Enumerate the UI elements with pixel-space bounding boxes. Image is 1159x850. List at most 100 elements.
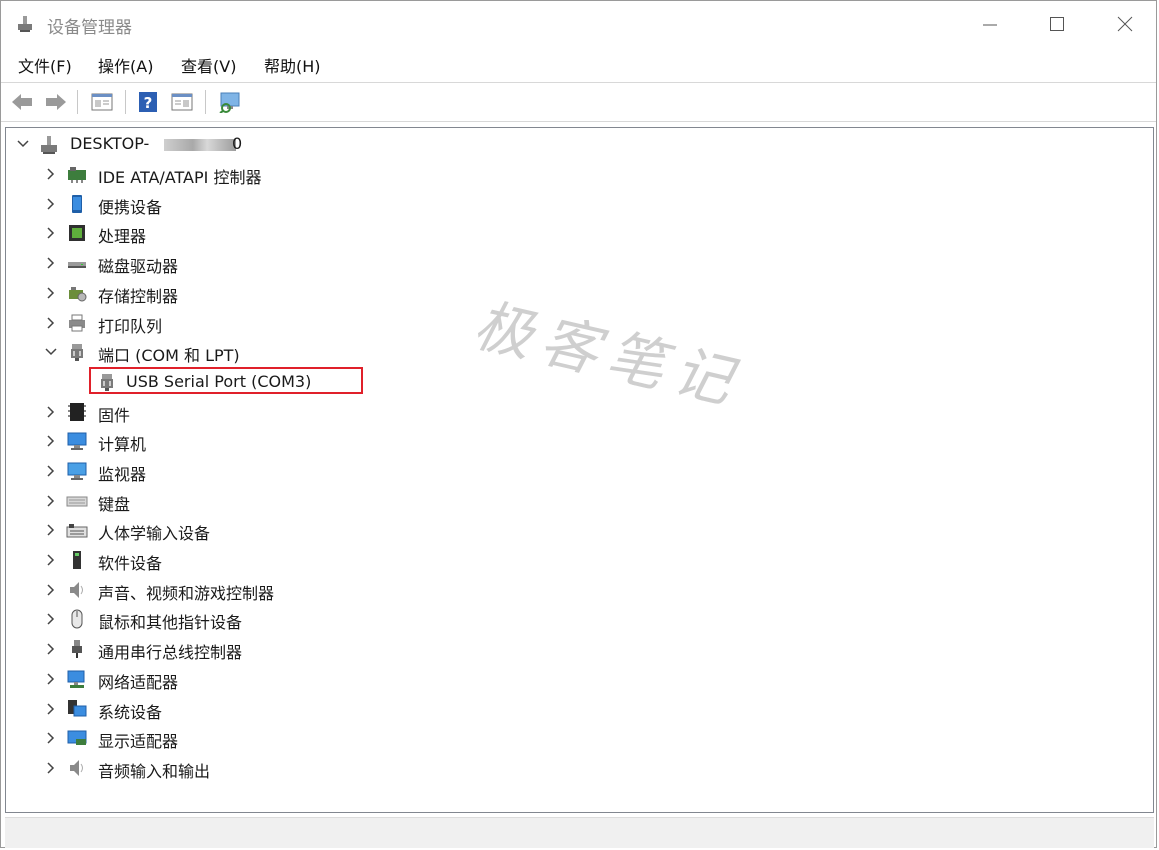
- storage-controller-icon: [66, 282, 88, 304]
- tree-category[interactable]: IDE ATA/ATAPI 控制器: [6, 160, 1153, 188]
- network-adapter-icon: [66, 668, 88, 690]
- ide-controller-icon: [66, 163, 88, 185]
- device-manager-icon: [15, 13, 35, 33]
- tree-category[interactable]: 声音、视频和游戏控制器: [6, 576, 1153, 604]
- usb-controller-icon: [66, 638, 88, 660]
- portable-device-icon: [66, 193, 88, 215]
- chevron-right-icon[interactable]: [44, 225, 58, 239]
- tree-category[interactable]: 监视器: [6, 457, 1153, 485]
- tree-category[interactable]: 人体学输入设备: [6, 516, 1153, 544]
- toolbar-separator: [77, 90, 78, 114]
- chevron-right-icon[interactable]: [44, 463, 58, 477]
- chevron-right-icon[interactable]: [44, 760, 58, 774]
- tree-category[interactable]: 网络适配器: [6, 665, 1153, 693]
- tree-category-label: 人体学输入设备: [98, 524, 211, 543]
- tree-category-label: 网络适配器: [98, 673, 179, 692]
- menu-help[interactable]: 帮助(H): [264, 53, 321, 77]
- chevron-right-icon[interactable]: [44, 582, 58, 596]
- forward-arrow-icon[interactable]: [43, 89, 69, 115]
- back-arrow-icon[interactable]: [9, 89, 35, 115]
- tree-root-label: DESKTOP-: [70, 134, 150, 153]
- scan-hardware-icon[interactable]: [217, 89, 243, 115]
- device-manager-window: 设备管理器 文件(F) 操作(A) 查看(V) 帮助(H) ? DESKTOP-…: [0, 0, 1157, 848]
- title-bar: 设备管理器: [1, 1, 1156, 47]
- menu-bar: 文件(F) 操作(A) 查看(V) 帮助(H): [1, 51, 1156, 79]
- tree-category-label: 声音、视频和游戏控制器: [98, 584, 275, 603]
- tree-category[interactable]: 软件设备: [6, 546, 1153, 574]
- keyboard-icon: [66, 490, 88, 512]
- chevron-right-icon[interactable]: [44, 255, 58, 269]
- close-button[interactable]: [1091, 1, 1159, 47]
- tree-category[interactable]: 显示适配器: [6, 724, 1153, 752]
- maximize-button[interactable]: [1023, 1, 1091, 47]
- menu-divider: [1, 82, 1156, 83]
- chevron-right-icon[interactable]: [44, 730, 58, 744]
- system-device-icon: [66, 698, 88, 720]
- chevron-right-icon[interactable]: [44, 404, 58, 418]
- tree-category-label: 处理器: [98, 227, 147, 246]
- tree-category[interactable]: 鼠标和其他指针设备: [6, 605, 1153, 633]
- tree-category[interactable]: 键盘: [6, 487, 1153, 515]
- chevron-right-icon[interactable]: [44, 522, 58, 536]
- toolbar: ?: [1, 85, 1156, 119]
- menu-file[interactable]: 文件(F): [18, 53, 72, 77]
- chevron-right-icon[interactable]: [44, 285, 58, 299]
- chevron-down-icon[interactable]: [16, 136, 30, 150]
- chevron-right-icon[interactable]: [44, 493, 58, 507]
- tree-category-label: 鼠标和其他指针设备: [98, 613, 243, 632]
- toolbar-divider: [1, 121, 1156, 122]
- tree-category[interactable]: 音频输入和输出: [6, 754, 1153, 782]
- processor-icon: [66, 222, 88, 244]
- show-hide-console-tree-icon[interactable]: [169, 89, 195, 115]
- chevron-right-icon[interactable]: [44, 552, 58, 566]
- tree-category[interactable]: 系统设备: [6, 695, 1153, 723]
- printer-icon: [66, 312, 88, 334]
- device-tree: DESKTOP- 0 IDE ATA/ATAPI 控制器便携设备处理器磁盘驱动器…: [5, 127, 1154, 813]
- tree-root[interactable]: DESKTOP- 0: [6, 130, 1153, 158]
- tree-category[interactable]: 便携设备: [6, 190, 1153, 218]
- tree-category-label: 软件设备: [98, 554, 163, 573]
- chevron-down-icon[interactable]: [44, 344, 58, 358]
- chevron-right-icon[interactable]: [44, 701, 58, 715]
- chevron-right-icon[interactable]: [44, 315, 58, 329]
- tree-category-label: IDE ATA/ATAPI 控制器: [98, 168, 262, 187]
- help-icon[interactable]: ?: [135, 89, 161, 115]
- audio-io-icon: [66, 757, 88, 779]
- chevron-right-icon[interactable]: [44, 671, 58, 685]
- sound-icon: [66, 579, 88, 601]
- svg-text:?: ?: [144, 94, 153, 112]
- tree-category-label: 键盘: [98, 495, 131, 514]
- toolbar-separator: [125, 90, 126, 114]
- disk-drive-icon: [66, 252, 88, 274]
- monitor-icon: [66, 460, 88, 482]
- tree-category-label: 磁盘驱动器: [98, 257, 179, 276]
- tree-category[interactable]: 通用串行总线控制器: [6, 635, 1153, 663]
- menu-action[interactable]: 操作(A): [98, 53, 153, 77]
- chevron-right-icon[interactable]: [44, 641, 58, 655]
- port-icon: [66, 341, 88, 363]
- tree-category-label: 端口 (COM 和 LPT): [98, 346, 240, 365]
- computer-root-icon: [38, 133, 60, 155]
- chevron-right-icon[interactable]: [44, 196, 58, 210]
- tree-category[interactable]: 处理器: [6, 219, 1153, 247]
- tree-category[interactable]: 磁盘驱动器: [6, 249, 1153, 277]
- toolbar-separator: [205, 90, 206, 114]
- tree-category-label: 音频输入和输出: [98, 762, 211, 781]
- tree-category-label: 监视器: [98, 465, 147, 484]
- minimize-button[interactable]: [956, 1, 1024, 47]
- mouse-icon: [66, 608, 88, 630]
- properties-window-icon[interactable]: [89, 89, 115, 115]
- chevron-right-icon[interactable]: [44, 166, 58, 180]
- tree-category-label: 存储控制器: [98, 287, 179, 306]
- software-device-icon: [66, 549, 88, 571]
- tree-category[interactable]: 固件: [6, 398, 1153, 426]
- computer-icon: [66, 430, 88, 452]
- tree-category-label: 显示适配器: [98, 732, 179, 751]
- chevron-right-icon[interactable]: [44, 433, 58, 447]
- redacted-hostname: [164, 139, 236, 151]
- chevron-right-icon[interactable]: [44, 611, 58, 625]
- display-adapter-icon: [66, 727, 88, 749]
- hid-icon: [66, 519, 88, 541]
- tree-category[interactable]: 计算机: [6, 427, 1153, 455]
- menu-view[interactable]: 查看(V): [181, 53, 236, 77]
